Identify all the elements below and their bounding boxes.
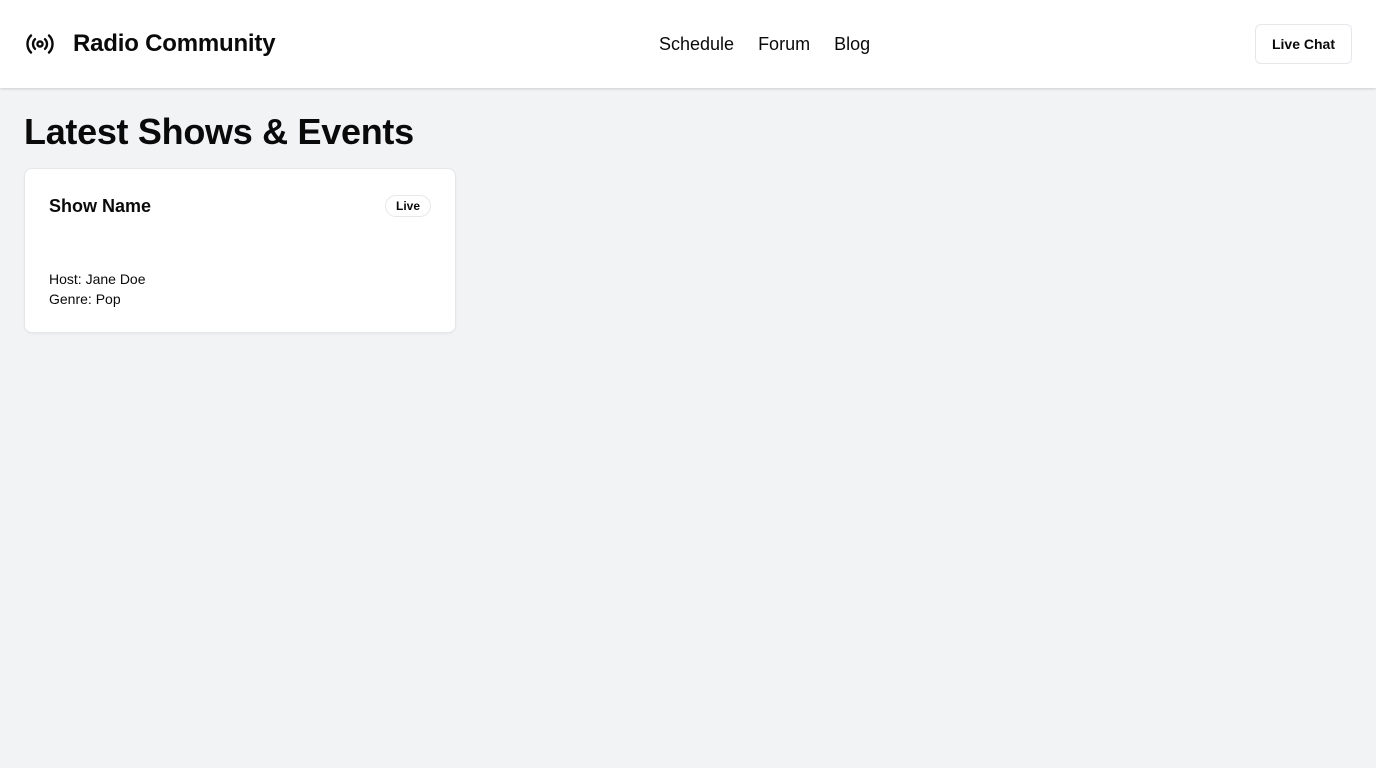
live-chat-button[interactable]: Live Chat	[1254, 24, 1352, 64]
main-nav: Schedule Forum Blog	[659, 0, 870, 88]
page-title: Latest Shows & Events	[24, 111, 414, 152]
show-name: Show Name	[49, 195, 152, 216]
nav-link-forum[interactable]: Forum	[758, 34, 810, 55]
brand-title: Radio Community	[73, 30, 276, 57]
brand[interactable]: Radio Community	[24, 24, 276, 64]
show-genre: Genre: Pop	[49, 291, 121, 307]
show-host: Host: Jane Doe	[49, 271, 146, 287]
radio-broadcast-icon	[24, 28, 56, 60]
card-header: Show Name Live	[49, 195, 431, 217]
nav-link-blog[interactable]: Blog	[834, 34, 870, 55]
card-body: Host: Jane Doe Genre: Pop	[49, 269, 146, 309]
nav-link-schedule[interactable]: Schedule	[659, 34, 734, 55]
main-content: Latest Shows & Events Show Name Live Hos…	[24, 88, 456, 333]
top-header: Radio Community Schedule Forum Blog Live…	[0, 0, 1376, 88]
show-card[interactable]: Show Name Live Host: Jane Doe Genre: Pop	[24, 168, 456, 333]
status-badge: Live	[384, 195, 431, 217]
